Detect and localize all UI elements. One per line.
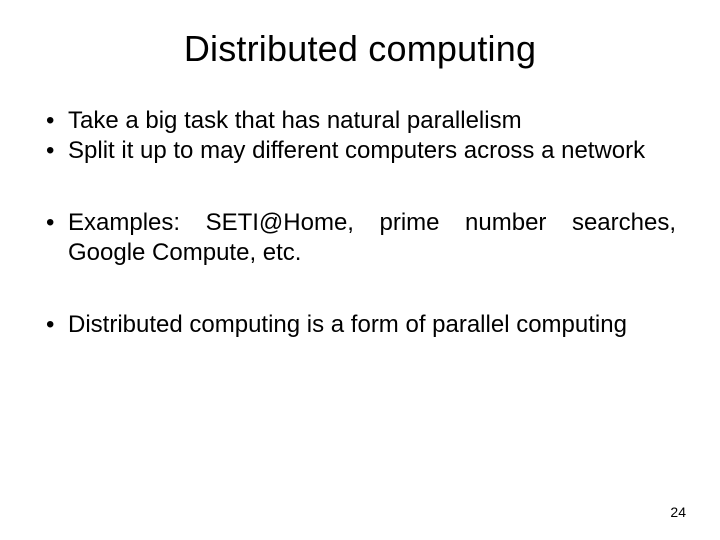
bullet-item: Take a big task that has natural paralle… <box>44 106 676 136</box>
slide: Distributed computing Take a big task th… <box>0 0 720 540</box>
bullet-list: Take a big task that has natural paralle… <box>44 106 676 340</box>
bullet-item: Distributed computing is a form of paral… <box>44 310 676 340</box>
slide-title: Distributed computing <box>44 28 676 70</box>
bullet-item: Split it up to may different computers a… <box>44 136 676 166</box>
bullet-item: Examples: SETI@Home, prime number search… <box>44 208 676 268</box>
page-number: 24 <box>670 504 686 520</box>
